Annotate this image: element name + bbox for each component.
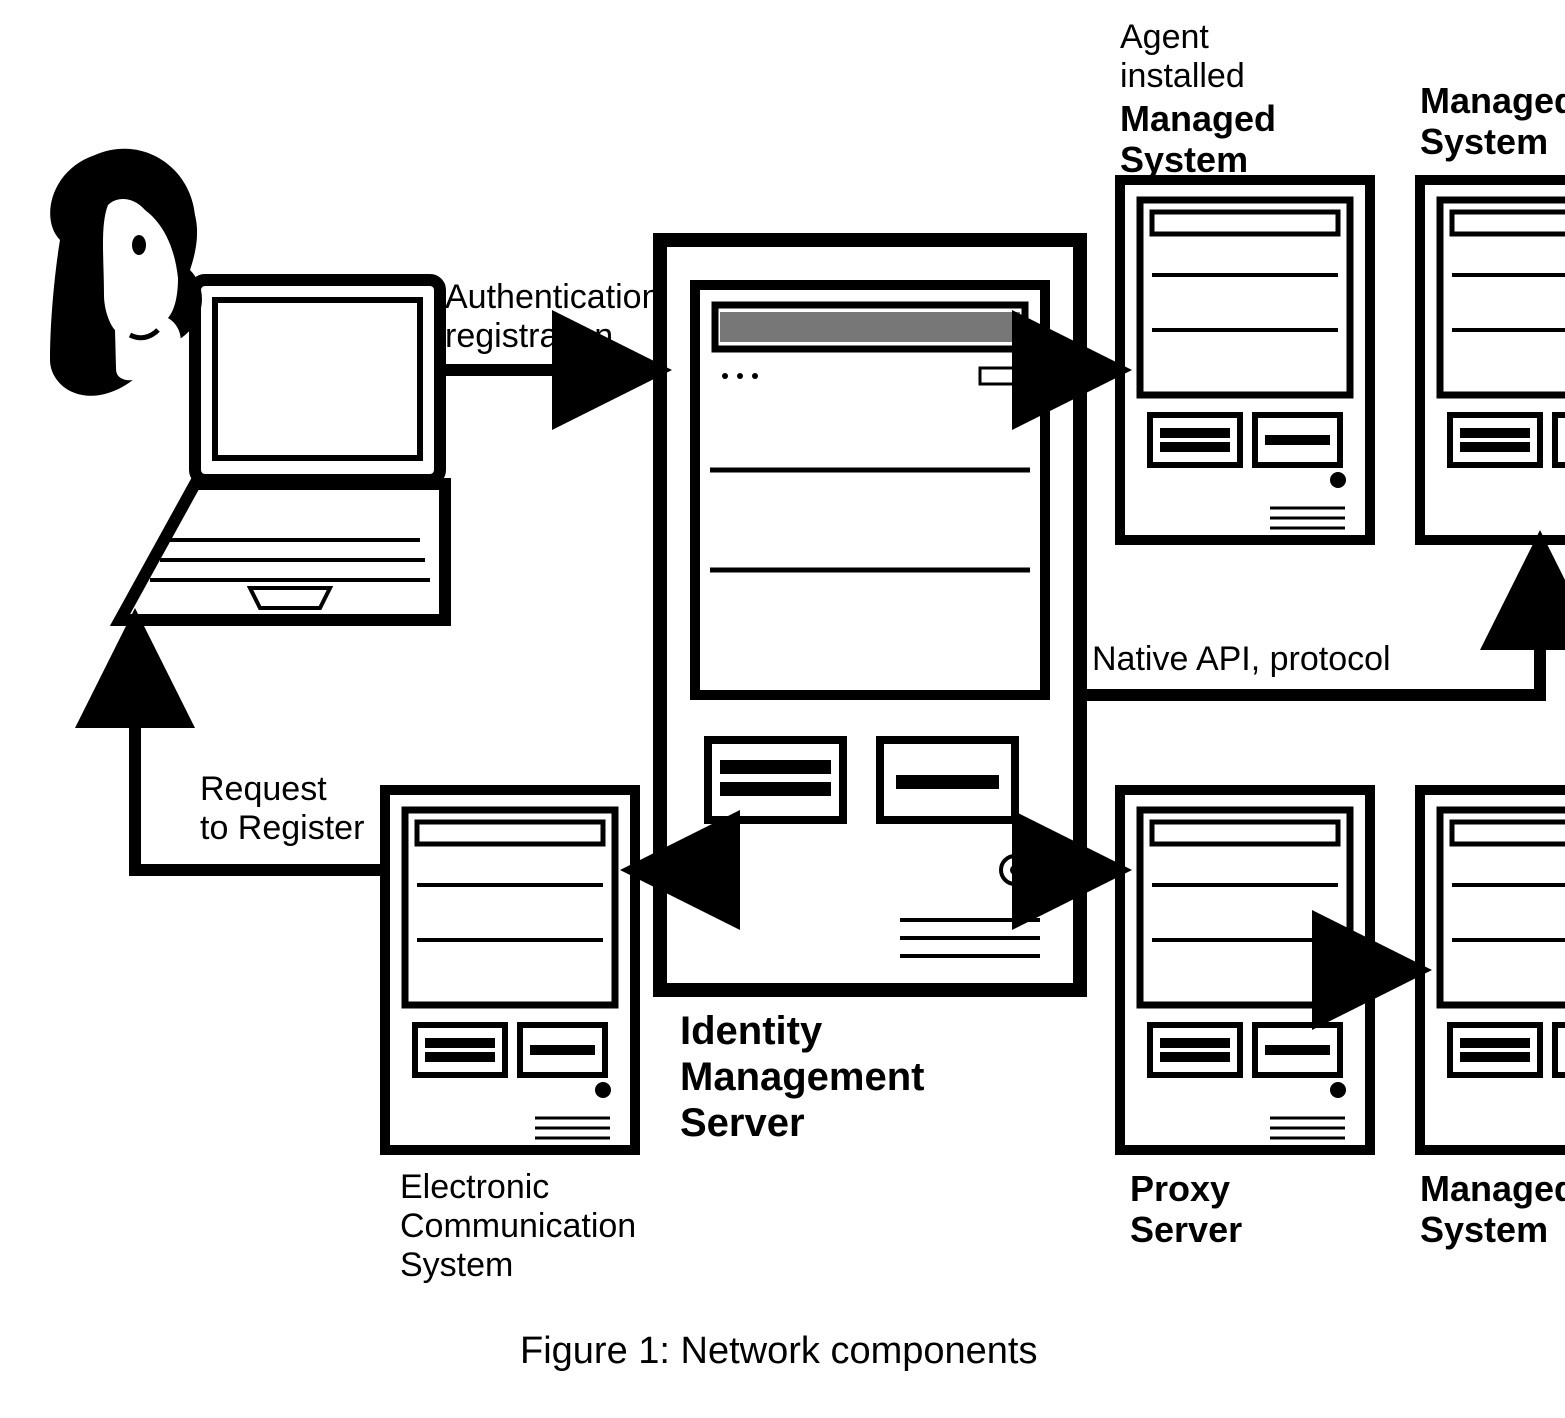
label-native-api: Native API, protocol [1092,640,1391,679]
label-identity-server: Identity Management Server [680,1008,925,1146]
identity-server-icon [660,240,1080,990]
label-request: Request to Register [200,770,364,848]
diagram-svg [0,0,1565,1418]
user-icon [50,149,202,396]
figure-caption: Figure 1: Network components [520,1330,1037,1374]
label-managed-system-top: Managed System [1420,80,1565,163]
diagram-stage: Agent installed Managed System Managed S… [0,0,1565,1418]
label-agent-installed: Agent installed [1120,18,1245,96]
electronic-comm-system-icon [385,790,635,1150]
proxy-server-icon [1120,790,1370,1150]
label-ecs: Electronic Communication System [400,1168,636,1285]
managed-system-agent-icon [1120,180,1370,540]
label-proxy: Proxy Server [1130,1168,1242,1251]
label-managed-system-agent: Managed System [1120,98,1276,181]
managed-system-bottom-icon [1420,790,1565,1150]
managed-system-top-icon [1420,180,1565,540]
label-managed-bottom: Managed System [1420,1168,1565,1251]
label-authentication: Authentication, registration [445,278,670,356]
